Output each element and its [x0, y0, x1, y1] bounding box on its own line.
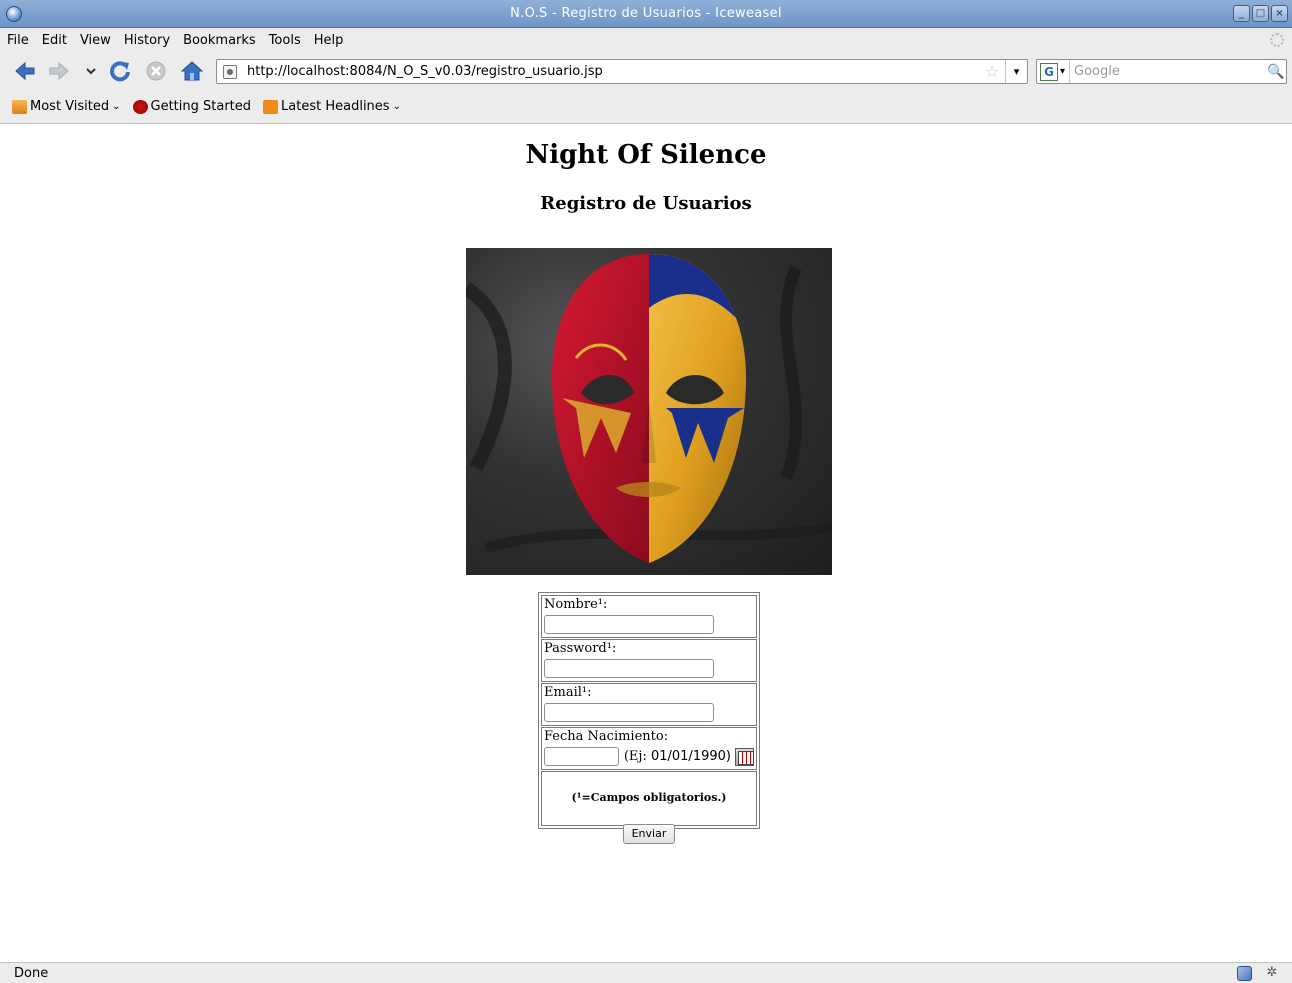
fecha-row: (Ej: 01/01/1990) — [544, 747, 754, 766]
registration-form: Nombre¹: Password¹: Email¹: Fecha Nacimi… — [538, 592, 760, 829]
chevron-down-icon: ⌄ — [112, 101, 121, 112]
password-input[interactable] — [544, 659, 714, 678]
history-dropdown-icon[interactable] — [84, 60, 98, 82]
password-cell: Password¹: — [541, 639, 757, 682]
menu-help[interactable]: Help — [314, 33, 344, 48]
back-arrow-icon[interactable] — [14, 60, 36, 82]
reload-icon[interactable] — [109, 60, 131, 82]
stop-icon[interactable] — [145, 60, 167, 82]
menu-history[interactable]: History — [124, 33, 170, 48]
status-bar: Done ✲ — [0, 962, 1292, 983]
site-identity-icon[interactable] — [223, 64, 237, 79]
bookmark-star-icon[interactable]: ☆ — [983, 62, 1001, 81]
fecha-input[interactable] — [544, 747, 619, 766]
fecha-example-prefix: (Ej: — [623, 749, 651, 764]
calendar-icon[interactable] — [734, 747, 754, 766]
window-titlebar: N.O.S - Registro de Usuarios - Iceweasel… — [0, 0, 1292, 28]
nombre-cell: Nombre¹: — [541, 595, 757, 638]
throbber-icon — [1270, 33, 1284, 47]
bookmarks-toolbar: Most Visited ⌄ Getting Started Latest He… — [0, 90, 1292, 124]
rss-icon — [263, 99, 279, 114]
mask-image — [466, 248, 832, 575]
nombre-input[interactable] — [544, 615, 714, 634]
menu-edit[interactable]: Edit — [42, 33, 67, 48]
folder-icon — [12, 99, 27, 114]
engine-dropdown-icon[interactable]: ▾ — [1060, 66, 1065, 77]
page-subtitle: Registro de Usuarios — [540, 193, 752, 214]
bookmark-label: Most Visited — [30, 99, 110, 114]
navigation-toolbar: http://localhost:8084/N_O_S_v0.03/regist… — [0, 52, 1292, 90]
google-engine-icon[interactable]: G — [1040, 62, 1058, 81]
menu-bar: File Edit View History Bookmarks Tools H… — [0, 28, 1292, 52]
enviar-button[interactable]: Enviar — [623, 824, 675, 844]
required-note: (¹=Campos obligatorios.) — [541, 771, 757, 826]
fecha-label: Fecha Nacimiento: — [544, 729, 669, 744]
menu-tools[interactable]: Tools — [269, 33, 301, 48]
menu-bookmarks[interactable]: Bookmarks — [183, 33, 256, 48]
fecha-example-value: 01/01/1990) — [650, 749, 731, 764]
bookmark-label: Getting Started — [150, 99, 252, 114]
forward-arrow-icon[interactable] — [48, 60, 70, 82]
bookmark-getting-started[interactable]: Getting Started — [132, 99, 252, 114]
bookmark-latest-headlines[interactable]: Latest Headlines ⌄ — [263, 99, 401, 114]
email-label: Email¹: — [544, 685, 592, 700]
search-magnifier-icon[interactable]: 🔍 — [1266, 64, 1286, 80]
url-history-dropdown-icon[interactable]: ▾ — [1005, 60, 1027, 83]
page-title: Night Of Silence — [525, 140, 767, 170]
masquerade-mask-illustration — [466, 254, 832, 563]
fecha-cell: Fecha Nacimiento: (Ej: 01/01/1990) — [541, 727, 757, 770]
search-input[interactable]: Google — [1069, 60, 1266, 83]
minimize-button[interactable]: _ — [1233, 5, 1250, 22]
close-window-button[interactable]: × — [1271, 5, 1288, 22]
menu-file[interactable]: File — [7, 33, 29, 48]
firebug-icon[interactable]: ✲ — [1264, 965, 1280, 981]
security-cube-icon[interactable] — [1237, 966, 1252, 981]
window-controls: _ □ × — [1233, 5, 1288, 22]
url-bar[interactable]: http://localhost:8084/N_O_S_v0.03/regist… — [216, 59, 1028, 84]
page-content: Night Of Silence Registro de Usuarios No… — [0, 125, 1292, 962]
url-text[interactable]: http://localhost:8084/N_O_S_v0.03/regist… — [247, 64, 983, 79]
fecha-example: (Ej: 01/01/1990) — [624, 749, 731, 764]
chevron-down-icon: ⌄ — [392, 101, 401, 112]
password-label: Password¹: — [544, 641, 617, 656]
status-text: Done — [14, 966, 49, 981]
search-bar[interactable]: G ▾ Google 🔍 — [1036, 59, 1287, 84]
home-icon[interactable] — [181, 60, 203, 82]
nombre-label: Nombre¹: — [544, 597, 608, 612]
window-title: N.O.S - Registro de Usuarios - Iceweasel — [510, 6, 782, 21]
email-input[interactable] — [544, 703, 714, 722]
bookmark-most-visited[interactable]: Most Visited ⌄ — [12, 99, 121, 114]
bookmark-label: Latest Headlines — [281, 99, 390, 114]
email-cell: Email¹: — [541, 683, 757, 726]
bug-icon — [132, 99, 148, 114]
menu-view[interactable]: View — [80, 33, 111, 48]
maximize-button[interactable]: □ — [1252, 5, 1269, 22]
